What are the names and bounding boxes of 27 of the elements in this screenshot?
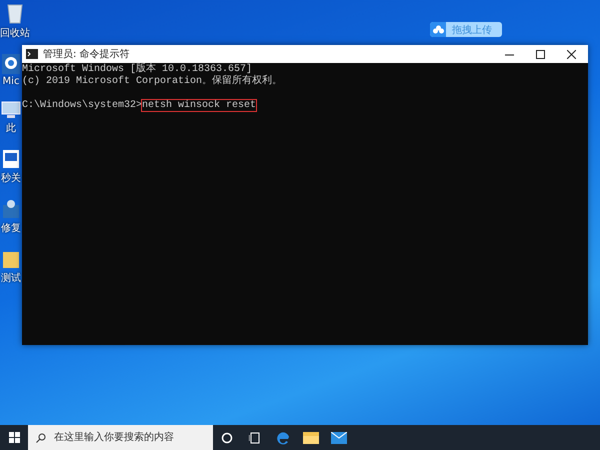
circle-icon[interactable] (221, 432, 233, 444)
desktop-icon-label[interactable]: Mic (2, 76, 20, 87)
desktop-icon-label[interactable]: 修复 (1, 221, 21, 235)
desktop-icon-label[interactable]: 秒关 (1, 171, 21, 185)
search-icon (36, 432, 46, 442)
desktop-icon-label[interactable]: 此 (6, 121, 16, 135)
window-app-icon (2, 149, 20, 169)
task-view-icon[interactable] (249, 432, 261, 444)
search-field[interactable]: 在这里输入你要搜索的内容 (28, 425, 213, 450)
search-input[interactable]: 在这里输入你要搜索的内容 (52, 431, 205, 444)
window-title: 管理员: 命令提示符 (43, 48, 131, 61)
monitor-icon (1, 101, 21, 119)
console-line: (c) 2019 Microsoft Corporation。保留所有权利。 (22, 76, 284, 88)
close-icon (566, 50, 576, 58)
folder-icon[interactable] (303, 431, 319, 444)
desktop-icon-label[interactable]: 回收站 (0, 26, 30, 40)
highlighted-command: netsh winsock reset (142, 100, 256, 111)
folder-icon (2, 249, 20, 269)
console-line: Microsoft Windows [版本 10.0.18363.657] (22, 64, 252, 75)
maximize-icon (536, 50, 544, 58)
cloud-icon (432, 25, 444, 34)
console-icon (26, 49, 38, 59)
windows-logo-icon (8, 432, 20, 443)
mail-icon[interactable] (331, 432, 347, 444)
desktop-icon-label[interactable]: 测试 (1, 271, 21, 285)
console-prompt: C:\Windows\system32> (22, 100, 142, 111)
recycle-bin-icon (6, 2, 24, 24)
